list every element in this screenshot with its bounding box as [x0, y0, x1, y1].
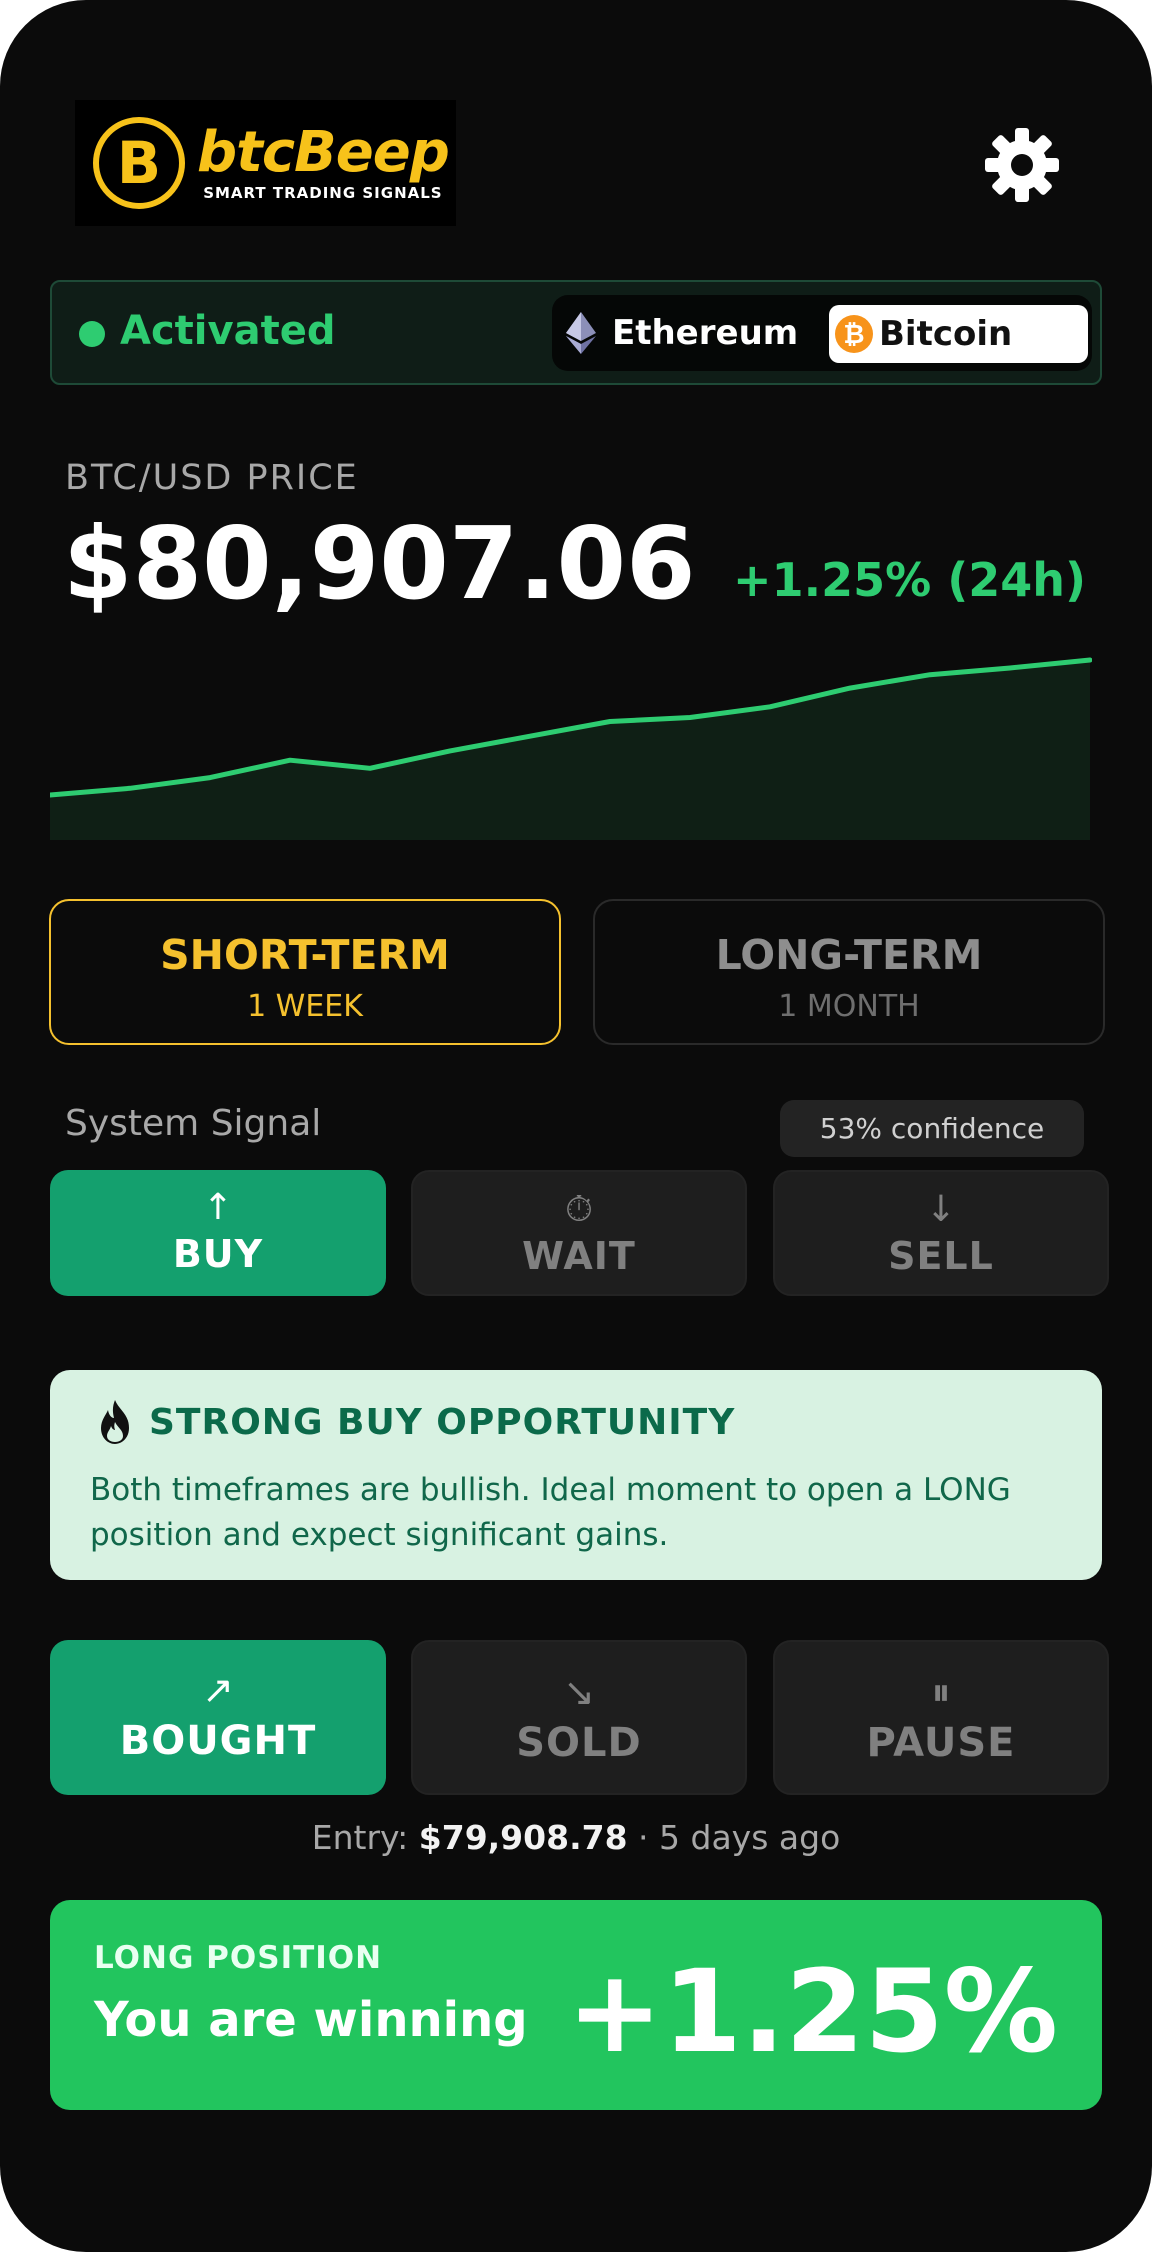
ethereum-icon: [566, 312, 596, 354]
asset-switcher: Ethereum ₿ Bitcoin: [552, 295, 1092, 371]
long-term-title: LONG-TERM: [715, 931, 983, 979]
long-term-toggle[interactable]: LONG-TERM 1 MONTH: [593, 899, 1105, 1045]
logo-coin-glyph: B: [116, 129, 162, 197]
bitcoin-toggle[interactable]: ₿ Bitcoin: [829, 305, 1088, 363]
sparkline-area: [50, 660, 1090, 840]
logo-tagline: SMART TRADING SIGNALS: [203, 184, 443, 202]
short-term-toggle[interactable]: SHORT-TERM 1 WEEK: [49, 899, 561, 1045]
entry-prefix: Entry:: [311, 1818, 409, 1857]
gear-icon[interactable]: [985, 128, 1059, 202]
logo-text: btcBeep SMART TRADING SIGNALS: [197, 120, 450, 203]
opportunity-title: STRONG BUY OPPORTUNITY: [149, 1401, 736, 1443]
opportunity-card: STRONG BUY OPPORTUNITY Both timeframes a…: [50, 1370, 1102, 1580]
position-card: LONG POSITION You are winning +1.25%: [50, 1900, 1102, 2110]
wait-signal-button[interactable]: ⏱ WAIT: [411, 1170, 747, 1296]
arrow-down-icon: ↓: [925, 1189, 957, 1230]
arrow-up-right-icon: ↗: [202, 1668, 234, 1712]
arrow-up-icon: ↑: [202, 1187, 234, 1228]
ethereum-toggle[interactable]: Ethereum: [566, 301, 798, 365]
bought-label: BOUGHT: [119, 1718, 317, 1764]
pause-label: PAUSE: [866, 1720, 1016, 1766]
status-indicator-dot: [79, 321, 105, 347]
price-change: +1.25% (24h): [733, 553, 1086, 607]
position-label: LONG POSITION: [94, 1940, 383, 1976]
entry-separator: ·: [638, 1818, 649, 1857]
fire-icon: [101, 1400, 129, 1444]
sell-label: SELL: [888, 1234, 994, 1278]
timer-icon: ⏱: [564, 1189, 594, 1230]
short-term-title: SHORT-TERM: [160, 931, 450, 979]
wait-label: WAIT: [522, 1234, 636, 1278]
position-percent: +1.25%: [566, 1945, 1058, 2078]
app-screen: B btcBeep SMART TRADING SIGNALS Activate…: [0, 0, 1152, 2252]
position-status: You are winning: [94, 1992, 528, 2048]
pause-button[interactable]: ⏸ PAUSE: [773, 1640, 1109, 1795]
bitcoin-logo-icon: B: [93, 117, 185, 209]
arrow-down-right-icon: ↘: [563, 1670, 595, 1714]
opportunity-header: STRONG BUY OPPORTUNITY: [95, 1398, 735, 1446]
logo-name: btcBeep: [197, 120, 450, 185]
price-sparkline-chart: [50, 657, 1092, 840]
sell-signal-button[interactable]: ↓ SELL: [773, 1170, 1109, 1296]
buy-signal-button[interactable]: ↑ BUY: [50, 1170, 386, 1296]
sold-button[interactable]: ↘ SOLD: [411, 1640, 747, 1795]
app-logo: B btcBeep SMART TRADING SIGNALS: [75, 100, 456, 226]
opportunity-text: Both timeframes are bullish. Ideal momen…: [90, 1472, 1011, 1553]
entry-info: Entry: $79,908.78 · 5 days ago: [0, 1818, 1152, 1857]
entry-age: 5 days ago: [659, 1818, 841, 1857]
price-label: BTC/USD PRICE: [65, 458, 359, 498]
long-term-subtitle: 1 MONTH: [778, 989, 920, 1024]
bought-button[interactable]: ↗ BOUGHT: [50, 1640, 386, 1795]
signal-label: System Signal: [65, 1103, 322, 1144]
sold-label: SOLD: [516, 1720, 642, 1766]
status-text: Activated: [120, 308, 336, 354]
price-value: $80,907.06: [63, 505, 696, 622]
status-bar: Activated Ethereum ₿ Bitcoin: [50, 280, 1102, 385]
confidence-badge: 53% confidence: [780, 1100, 1084, 1157]
short-term-subtitle: 1 WEEK: [247, 989, 363, 1024]
bitcoin-label: Bitcoin: [879, 314, 1013, 354]
pause-icon: ⏸: [931, 1670, 951, 1714]
entry-price: $79,908.78: [418, 1818, 628, 1857]
ethereum-label: Ethereum: [612, 313, 799, 353]
buy-label: BUY: [172, 1232, 264, 1276]
bitcoin-icon: ₿: [835, 315, 873, 353]
